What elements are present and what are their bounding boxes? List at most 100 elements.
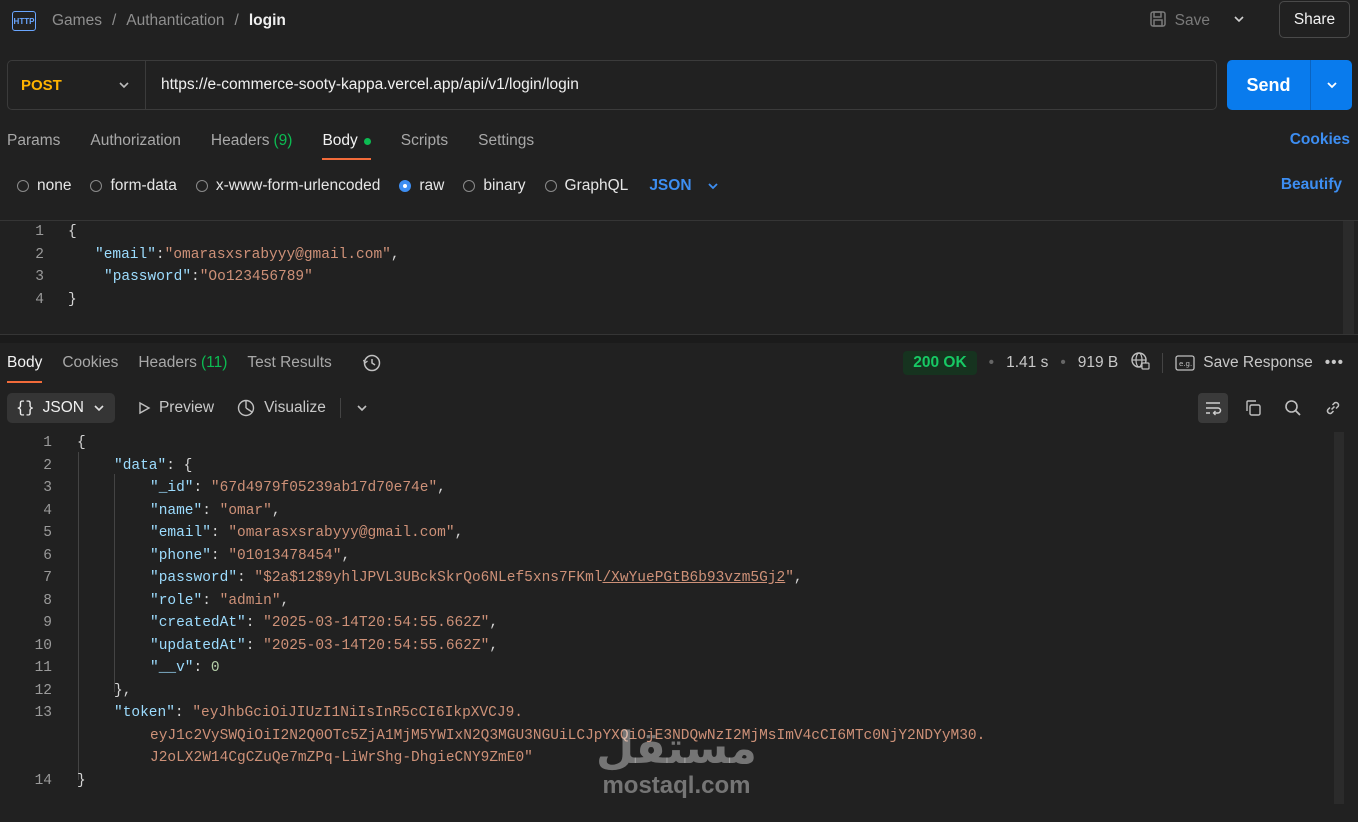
tab-response-cookies[interactable]: Cookies: [62, 350, 118, 376]
line-number: 6: [43, 548, 52, 564]
tab-response-body[interactable]: Body: [7, 350, 43, 383]
share-button[interactable]: Share: [1279, 1, 1350, 38]
status-badge[interactable]: 200 OK: [903, 351, 977, 375]
code-line-wrapped: J2oLX2W14CgCZuQe7mZPq-LiWrShg-DhgieCNY9Z…: [150, 747, 533, 769]
code-line: "role": "admin",: [150, 593, 290, 609]
save-options-chevron-icon[interactable]: [1232, 12, 1246, 31]
separator-dot: •: [988, 354, 995, 371]
radio-urlencoded[interactable]: x-www-form-urlencoded: [195, 177, 380, 195]
request-body-editor[interactable]: 1 2 3 4 { "email":"omarasxsrabyyy@gmail.…: [0, 221, 1358, 334]
tab-authorization[interactable]: Authorization: [90, 126, 180, 156]
response-format-select[interactable]: {} JSON: [7, 393, 115, 423]
cookies-link[interactable]: Cookies: [1290, 131, 1350, 149]
save-response-button[interactable]: e.g. Save Response: [1175, 354, 1313, 372]
method-select[interactable]: POST: [8, 61, 146, 109]
json-value: "2025-03-14T20:54:55.662Z": [263, 638, 490, 654]
line-number: 3: [35, 269, 44, 285]
scrollbar[interactable]: [1343, 221, 1354, 334]
save-button[interactable]: Save: [1175, 12, 1210, 30]
json-value: "omarasxsrabyyy@gmail.com": [164, 247, 391, 263]
send-options-chevron-icon[interactable]: [1310, 60, 1352, 110]
response-size[interactable]: 919 B: [1078, 354, 1119, 372]
tab-scripts[interactable]: Scripts: [401, 126, 448, 156]
tab-params[interactable]: Params: [7, 126, 60, 156]
radio-graphql[interactable]: GraphQL: [544, 177, 628, 195]
more-options-icon[interactable]: •••: [1325, 354, 1344, 372]
preview-button[interactable]: Preview: [137, 399, 214, 417]
tab-settings[interactable]: Settings: [478, 126, 534, 156]
watermark-logo: مستقل mostaql.com: [596, 725, 757, 799]
send-button[interactable]: Send: [1227, 60, 1310, 110]
chevron-down-icon[interactable]: [355, 401, 369, 415]
divider: [339, 398, 341, 418]
play-icon: [139, 401, 151, 415]
braces-icon: {}: [16, 399, 35, 417]
wrap-lines-icon[interactable]: [1198, 393, 1228, 423]
tab-label: Params: [7, 132, 61, 149]
tab-label: Headers: [210, 132, 270, 149]
request-title[interactable]: login: [249, 12, 286, 30]
line-number: 12: [34, 683, 52, 699]
json-value: "$2a$12$9yhlJPVL3UBckSkrQo6NLef5xns7FKml: [254, 570, 603, 586]
brace: }: [68, 292, 77, 308]
url-bar: POST https://e-commerce-sooty-kappa.verc…: [7, 60, 1217, 110]
method-label: POST: [21, 76, 62, 94]
pane-resizer[interactable]: [0, 335, 1358, 343]
breadcrumb-folder[interactable]: Authantication: [126, 12, 224, 30]
line-number: 8: [43, 593, 52, 609]
indent-guide: [114, 474, 115, 692]
visualize-button[interactable]: Visualize: [236, 398, 369, 418]
radio-label: form-data: [110, 177, 177, 194]
raw-format-select[interactable]: JSON: [649, 177, 719, 195]
watermark-latin: mostaql.com: [602, 772, 751, 799]
headers-count-badge: (9): [273, 132, 293, 149]
code-line: "email":"omarasxsrabyyy@gmail.com",: [95, 247, 400, 263]
radio-binary[interactable]: binary: [463, 177, 526, 195]
json-value: "67d4979f05239ab17d70e74e": [210, 480, 438, 496]
breadcrumb-collection[interactable]: Games: [52, 12, 102, 30]
radio-label: raw: [419, 177, 445, 194]
visualize-icon: [237, 399, 255, 417]
radio-circle-icon: [195, 180, 208, 192]
radio-selected-icon: [399, 180, 412, 192]
json-value: "01013478454": [228, 548, 342, 564]
search-icon[interactable]: [1278, 393, 1308, 423]
brace: {: [68, 224, 77, 240]
line-number: 11: [34, 660, 52, 676]
response-time[interactable]: 1.41 s: [1006, 354, 1048, 372]
json-value: 0: [210, 660, 220, 676]
url-input[interactable]: https://e-commerce-sooty-kappa.vercel.ap…: [146, 76, 579, 94]
example-icon: e.g.: [1175, 355, 1195, 371]
code-line: "phone": "01013478454",: [150, 548, 351, 564]
radio-label: binary: [483, 177, 526, 194]
watermark-arabic: مستقل: [596, 724, 757, 773]
network-globe-icon[interactable]: [1130, 351, 1150, 376]
save-icon[interactable]: [1149, 10, 1167, 33]
response-actions: [1198, 393, 1348, 423]
tab-test-results[interactable]: Test Results: [247, 350, 331, 376]
json-value: J2oLX2W14CgCZuQe7mZPq-LiWrShg-DhgieCNY9Z…: [150, 750, 533, 766]
code-line: "email": "omarasxsrabyyy@gmail.com",: [150, 525, 464, 541]
json-value: "admin": [219, 593, 281, 609]
line-number: 7: [43, 570, 52, 586]
line-number: 13: [34, 705, 52, 721]
copy-icon[interactable]: [1238, 393, 1268, 423]
line-number: 4: [35, 292, 44, 308]
radio-raw[interactable]: raw: [399, 177, 444, 195]
code-line-wrapped: eyJ1c2VySWQiOiI2N2Q0OTc5ZjA1MjM5YWIxN2Q3…: [150, 725, 985, 747]
line-number: 2: [35, 247, 44, 263]
radio-form-data[interactable]: form-data: [90, 177, 177, 195]
scrollbar[interactable]: [1334, 432, 1344, 804]
line-number: 1: [43, 435, 52, 451]
json-value-link[interactable]: /XwYuePGtB6b93vzm5Gj2: [602, 570, 785, 586]
code-line: {: [77, 435, 86, 451]
radio-none[interactable]: none: [17, 177, 71, 195]
link-icon[interactable]: [1318, 393, 1348, 423]
beautify-button[interactable]: Beautify: [1281, 176, 1342, 194]
tab-response-headers[interactable]: Headers (11): [138, 350, 227, 376]
history-icon[interactable]: [362, 350, 382, 376]
code-line: "password": "$2a$12$9yhlJPVL3UBckSkrQo6N…: [150, 570, 803, 586]
tab-headers[interactable]: Headers (9): [211, 126, 293, 156]
tab-body[interactable]: Body: [322, 126, 372, 160]
divider: [1162, 353, 1164, 373]
